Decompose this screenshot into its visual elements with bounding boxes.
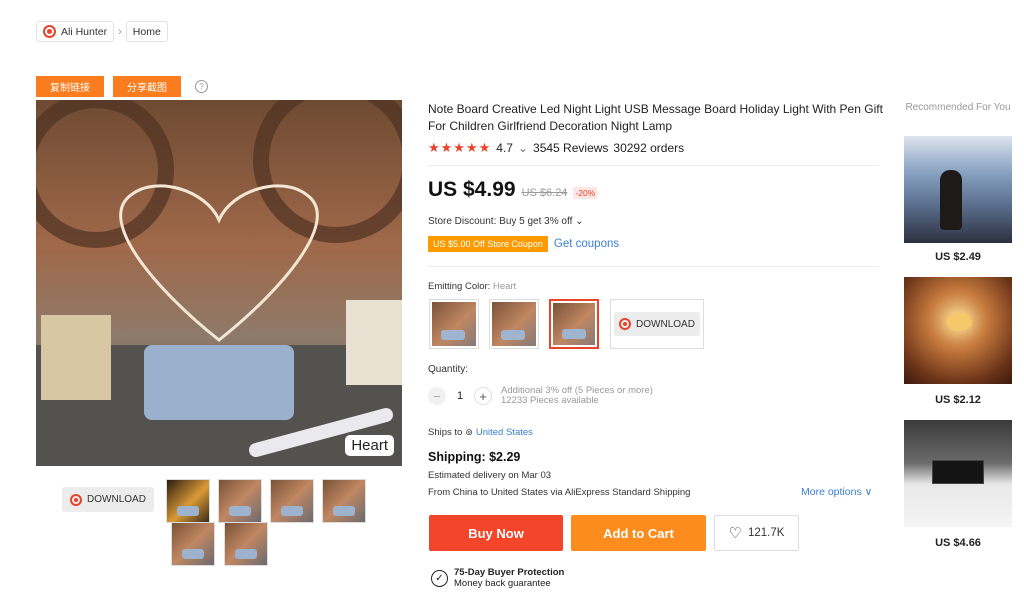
recommended-item-image[interactable] [904,420,1012,527]
gallery-thumbnail[interactable] [322,479,366,523]
increase-quantity-button[interactable]: + [474,387,492,405]
color-swatch-selected[interactable] [549,299,599,349]
gallery-download-button[interactable]: DOWNLOAD [62,487,154,512]
swatch-download-button[interactable]: DOWNLOAD [610,299,704,349]
buyer-protection-text: 75-Day Buyer Protection Money back guara… [454,567,564,589]
variant-tag: Heart [345,435,394,456]
decrease-quantity-button[interactable]: − [428,387,446,405]
rating-row: ★★★★★ 4.7 ⌄ 3545 Reviews 30292 orders [428,140,684,156]
breadcrumb-item-home[interactable]: Home [125,21,168,42]
current-price: US $4.99 [428,178,516,201]
gallery-thumbnail[interactable] [218,479,262,523]
help-icon[interactable]: ? [195,80,208,93]
rating-chevron-icon[interactable]: ⌄ [518,141,528,155]
download-label: DOWNLOAD [87,494,146,505]
buy-now-button[interactable]: Buy Now [429,515,563,551]
rating-value[interactable]: 4.7 [496,141,513,155]
color-swatch[interactable] [489,299,539,349]
location-pin-icon: ⊚ [465,427,473,437]
emitting-color-label: Emitting Color: Heart [428,281,516,292]
reviews-count[interactable]: 3545 Reviews [533,141,608,155]
ships-to-country[interactable]: United States [476,427,533,438]
quantity-input[interactable]: 1 [446,390,474,402]
product-photo-illustration [36,100,402,466]
color-label: Emitting Color: [428,281,491,292]
quantity-stepper: − 1 + Additional 3% off (5 Pieces or mor… [428,386,653,406]
buyer-protection: ✓ 75-Day Buyer Protection Money back gua… [431,567,564,589]
swatch-image [432,302,476,346]
more-options-link[interactable]: More options ∨ [801,486,872,498]
shield-check-icon: ✓ [431,569,448,587]
shipping-cost: Shipping: $2.29 [428,450,521,464]
heart-icon: ♡ [728,525,742,542]
recommended-item-image[interactable] [904,277,1012,384]
recommended-item-price: US $4.66 [935,537,981,549]
store-coupon-badge[interactable]: US $5.00 Off Store Coupon [428,236,548,252]
star-rating-icon: ★★★★★ [428,140,492,155]
recommended-item-price: US $2.12 [935,394,981,406]
ships-to: Ships to ⊚ United States [428,427,533,438]
price-row: US $4.99 US $6.24 -20% [428,178,598,202]
gallery-thumbnail[interactable] [270,479,314,523]
quantity-label: Quantity: [428,364,469,375]
breadcrumb-label: Ali Hunter [61,25,108,38]
protection-subtitle: Money back guarantee [454,578,551,589]
breadcrumb-label: Home [132,25,161,38]
store-discount[interactable]: Store Discount: Buy 5 get 3% off ⌄ [428,216,584,227]
download-icon [619,318,632,330]
color-swatch[interactable] [429,299,479,349]
swatch-image [492,302,536,346]
estimated-delivery: Estimated delivery on Mar 03 [428,470,552,481]
toolbar: 复制链接 分享截图 ? [36,76,208,97]
recommended-item-image[interactable] [904,136,1012,243]
wishlist-count: 121.7K [748,527,785,539]
breadcrumb: Ali Hunter › Home [36,21,168,42]
shipping-route: From China to United States via AliExpre… [428,487,691,498]
wishlist-button[interactable]: ♡ 121.7K [714,515,799,551]
gallery-thumbnail[interactable] [224,522,268,566]
ships-to-label: Ships to [428,427,463,438]
protection-title: 75-Day Buyer Protection [454,567,565,578]
add-to-cart-button[interactable]: Add to Cart [571,515,706,551]
get-coupons-link[interactable]: Get coupons [554,238,619,250]
orders-count: 30292 orders [613,141,685,155]
product-title: Note Board Creative Led Night Light USB … [428,102,883,133]
original-price: US $6.24 [521,187,568,199]
divider [428,266,878,267]
ali-hunter-logo-icon [43,25,56,38]
recommended-item-price: US $2.49 [935,251,981,263]
swatch-download-inner: DOWNLOAD [614,312,700,336]
recommended-title: Recommended For You [905,102,1011,113]
main-product-image[interactable]: Heart [36,100,402,466]
coupon-row: US $5.00 Off Store Coupon Get coupons [428,236,619,252]
discount-badge: -20% [573,187,598,199]
divider [428,165,878,166]
quantity-note: Additional 3% off (5 Pieces or more) 122… [501,386,653,406]
swatch-image [553,303,595,345]
breadcrumb-item-ali-hunter[interactable]: Ali Hunter [36,21,115,42]
copy-link-button[interactable]: 复制链接 [36,76,104,97]
gallery-thumbnail[interactable] [166,479,210,523]
breadcrumb-separator: › [118,25,122,38]
color-value: Heart [492,281,517,292]
download-icon [70,493,83,506]
download-label: DOWNLOAD [636,318,695,330]
share-screenshot-button[interactable]: 分享截图 [113,76,181,97]
gallery-thumbnail[interactable] [171,522,215,566]
stock-available: 12233 Pieces available [501,395,599,406]
